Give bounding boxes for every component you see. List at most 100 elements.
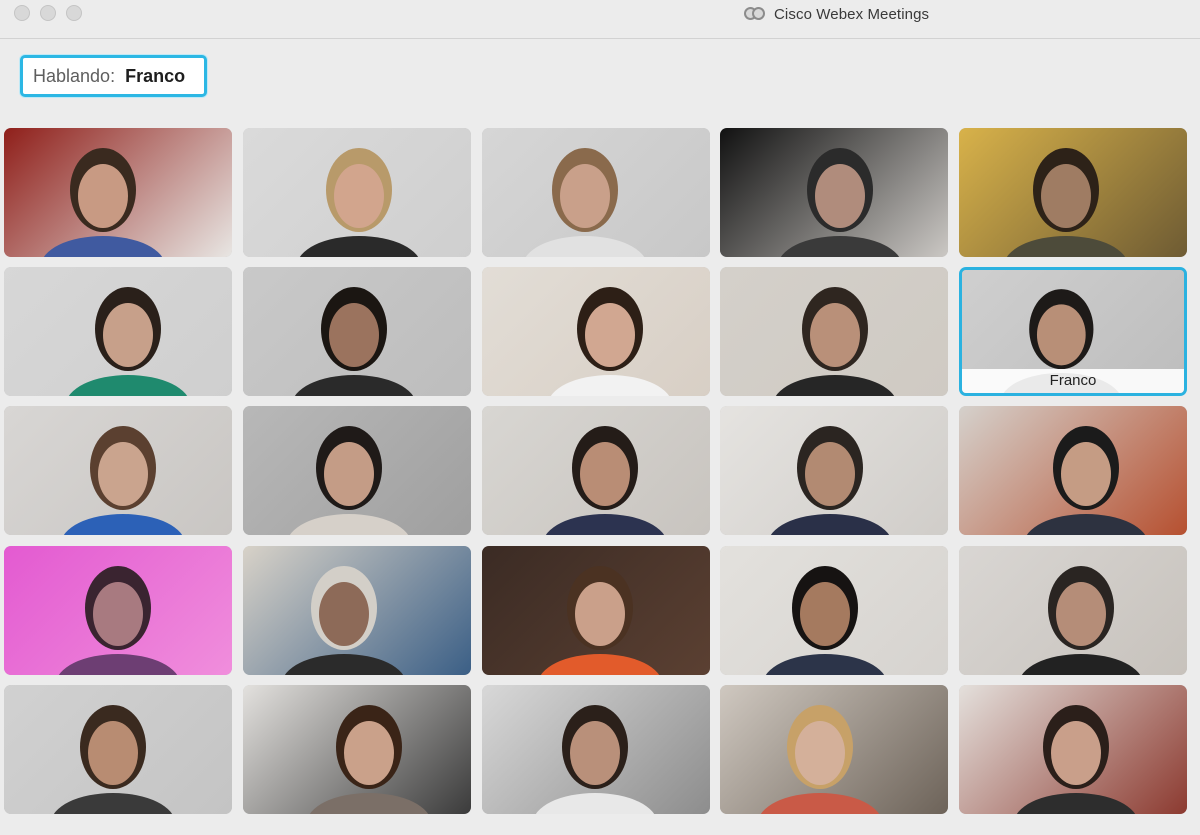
participant-torso [1006, 236, 1126, 257]
participant-face [1041, 164, 1091, 228]
participant-torso [545, 514, 665, 535]
participant-torso [1021, 654, 1141, 675]
participant-torso [294, 375, 414, 396]
participant-torso [1016, 793, 1136, 814]
participant-silhouette [309, 705, 429, 814]
participant-video-tile[interactable] [720, 685, 948, 814]
participant-video-tile[interactable] [959, 128, 1187, 257]
participant-silhouette [770, 426, 890, 535]
participant-video-tile[interactable] [243, 267, 471, 396]
participant-face [334, 164, 384, 228]
participant-video-tile[interactable] [4, 546, 232, 675]
participant-face [575, 582, 625, 646]
participant-video-tile[interactable] [482, 406, 710, 535]
participant-face [98, 442, 148, 506]
participant-name-label: Franco [962, 369, 1184, 393]
participant-video-tile[interactable] [720, 546, 948, 675]
participant-silhouette [550, 287, 670, 396]
participant-silhouette [284, 566, 404, 675]
participant-torso [299, 236, 419, 257]
participant-video-grid: Franco [0, 0, 1200, 835]
participant-video-tile[interactable] [959, 406, 1187, 535]
participant-face [324, 442, 374, 506]
participant-video-tile[interactable] [243, 128, 471, 257]
participant-torso [53, 793, 173, 814]
participant-video-tile[interactable] [482, 267, 710, 396]
participant-torso [284, 654, 404, 675]
participant-silhouette [58, 566, 178, 675]
participant-face [319, 582, 369, 646]
participant-video-tile[interactable] [4, 406, 232, 535]
participant-video-tile[interactable] [720, 267, 948, 396]
participant-silhouette [765, 566, 885, 675]
participant-torso [309, 793, 429, 814]
participant-silhouette [63, 426, 183, 535]
participant-silhouette [1021, 566, 1141, 675]
participant-torso [765, 654, 885, 675]
participant-video-tile[interactable] [720, 406, 948, 535]
participant-face [1051, 721, 1101, 785]
participant-face [795, 721, 845, 785]
participant-silhouette [1006, 148, 1126, 257]
participant-torso [525, 236, 645, 257]
participant-silhouette [525, 148, 645, 257]
participant-silhouette [68, 287, 188, 396]
participant-face [78, 164, 128, 228]
participant-face [805, 442, 855, 506]
participant-torso [775, 375, 895, 396]
participant-face [585, 303, 635, 367]
participant-torso [1026, 514, 1146, 535]
participant-silhouette [540, 566, 660, 675]
participant-silhouette [780, 148, 900, 257]
participant-face [329, 303, 379, 367]
participant-torso [43, 236, 163, 257]
participant-video-tile[interactable] [4, 267, 232, 396]
participant-torso [63, 514, 183, 535]
participant-torso [770, 514, 890, 535]
participant-face [93, 582, 143, 646]
participant-torso [58, 654, 178, 675]
participant-torso [780, 236, 900, 257]
participant-face [570, 721, 620, 785]
participant-face [1036, 304, 1086, 366]
participant-torso [289, 514, 409, 535]
participant-torso [760, 793, 880, 814]
participant-silhouette [535, 705, 655, 814]
participant-silhouette [760, 705, 880, 814]
participant-video-tile[interactable] [720, 128, 948, 257]
participant-face [815, 164, 865, 228]
participant-face [560, 164, 610, 228]
participant-face [344, 721, 394, 785]
participant-video-tile[interactable] [4, 685, 232, 814]
participant-face [810, 303, 860, 367]
participant-face [103, 303, 153, 367]
participant-face [580, 442, 630, 506]
participant-video-tile[interactable] [959, 685, 1187, 814]
participant-video-tile[interactable] [482, 546, 710, 675]
participant-face [1061, 442, 1111, 506]
participant-silhouette [294, 287, 414, 396]
participant-video-tile[interactable] [243, 546, 471, 675]
participant-torso [68, 375, 188, 396]
participant-video-tile[interactable] [4, 128, 232, 257]
participant-silhouette [1016, 705, 1136, 814]
participant-face [88, 721, 138, 785]
webex-meeting-window: Cisco Webex Meetings Hablando: Franco Fr… [0, 0, 1200, 835]
participant-video-tile[interactable] [482, 128, 710, 257]
participant-silhouette [53, 705, 173, 814]
participant-torso [535, 793, 655, 814]
participant-silhouette [775, 287, 895, 396]
participant-silhouette [1026, 426, 1146, 535]
participant-silhouette [545, 426, 665, 535]
participant-video-tile[interactable] [482, 685, 710, 814]
participant-video-tile-active[interactable]: Franco [959, 267, 1187, 396]
participant-torso [550, 375, 670, 396]
participant-silhouette [299, 148, 419, 257]
participant-video-tile[interactable] [959, 546, 1187, 675]
participant-silhouette [43, 148, 163, 257]
participant-torso [540, 654, 660, 675]
participant-face [800, 582, 850, 646]
participant-video-tile[interactable] [243, 685, 471, 814]
participant-video-tile[interactable] [243, 406, 471, 535]
participant-silhouette [289, 426, 409, 535]
